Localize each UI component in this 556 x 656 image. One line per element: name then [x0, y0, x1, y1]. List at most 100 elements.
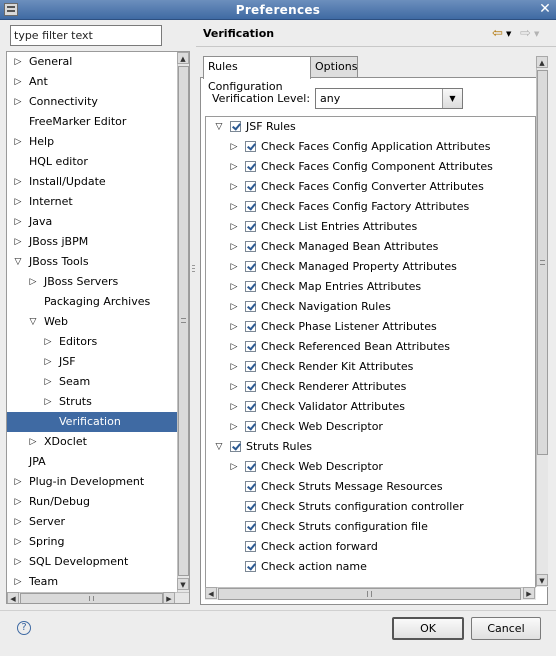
- rule-row-check-list-entries-attributes[interactable]: ▷ Check List Entries Attributes: [206, 217, 535, 237]
- rule-row-check-renderer-attributes[interactable]: ▷ Check Renderer Attributes: [206, 377, 535, 397]
- collapsed-arrow-icon[interactable]: ▷: [229, 377, 239, 397]
- rule-checkbox[interactable]: [245, 501, 256, 512]
- rule-row-check-render-kit-attributes[interactable]: ▷ Check Render Kit Attributes: [206, 357, 535, 377]
- rule-row-struts-rules[interactable]: ▽ Struts Rules: [206, 437, 535, 457]
- forward-arrow-icon[interactable]: ⇨: [520, 26, 531, 42]
- tree-item-java[interactable]: ▷ Java: [7, 212, 177, 232]
- tree-item-server[interactable]: ▷ Server: [7, 512, 177, 532]
- close-button[interactable]: ✕: [537, 2, 553, 17]
- tree-item-editors[interactable]: ▷ Editors: [7, 332, 177, 352]
- tree-item-internet[interactable]: ▷ Internet: [7, 192, 177, 212]
- collapsed-arrow-icon[interactable]: ▷: [13, 472, 23, 492]
- rule-row-check-action-name[interactable]: Check action name: [206, 557, 535, 577]
- tab-options[interactable]: Options: [310, 56, 358, 78]
- tree-vertical-scrollbar[interactable]: ▲ ▼: [177, 52, 189, 592]
- tab-rules-configuration[interactable]: Rules Configuration: [203, 56, 311, 93]
- rule-checkbox[interactable]: [245, 201, 256, 212]
- tree-item-plug-in-development[interactable]: ▷ Plug-in Development: [7, 472, 177, 492]
- rule-row-check-struts-configuration-controller[interactable]: Check Struts configuration controller: [206, 497, 535, 517]
- collapsed-arrow-icon[interactable]: ▷: [229, 297, 239, 317]
- collapsed-arrow-icon[interactable]: ▷: [43, 352, 53, 372]
- tree-item-ant[interactable]: ▷ Ant: [7, 72, 177, 92]
- rule-row-check-referenced-bean-attributes[interactable]: ▷ Check Referenced Bean Attributes: [206, 337, 535, 357]
- filter-input[interactable]: [10, 25, 162, 46]
- rule-checkbox[interactable]: [245, 321, 256, 332]
- rule-checkbox[interactable]: [245, 541, 256, 552]
- tree-item-jpa[interactable]: JPA: [7, 452, 177, 472]
- collapsed-arrow-icon[interactable]: ▷: [13, 232, 23, 252]
- collapsed-arrow-icon[interactable]: ▷: [43, 392, 53, 412]
- rule-checkbox[interactable]: [230, 441, 241, 452]
- rule-checkbox[interactable]: [245, 181, 256, 192]
- collapsed-arrow-icon[interactable]: ▷: [229, 417, 239, 437]
- tree-item-verification[interactable]: Verification: [7, 412, 177, 432]
- tree-item-hql-editor[interactable]: HQL editor: [7, 152, 177, 172]
- rule-checkbox[interactable]: [245, 241, 256, 252]
- cancel-button[interactable]: Cancel: [471, 617, 541, 640]
- rule-row-check-faces-config-application-attributes[interactable]: ▷ Check Faces Config Application Attribut…: [206, 137, 535, 157]
- rule-checkbox[interactable]: [245, 161, 256, 172]
- rule-checkbox[interactable]: [245, 141, 256, 152]
- collapsed-arrow-icon[interactable]: ▷: [13, 512, 23, 532]
- collapsed-arrow-icon[interactable]: ▷: [229, 137, 239, 157]
- tree-item-freemarker-editor[interactable]: FreeMarker Editor: [7, 112, 177, 132]
- scroll-left-icon[interactable]: ◀: [205, 587, 217, 599]
- collapsed-arrow-icon[interactable]: ▷: [13, 72, 23, 92]
- collapsed-arrow-icon[interactable]: ▷: [229, 217, 239, 237]
- collapsed-arrow-icon[interactable]: ▷: [229, 157, 239, 177]
- collapsed-arrow-icon[interactable]: ▷: [28, 272, 38, 292]
- rule-row-check-web-descriptor[interactable]: ▷ Check Web Descriptor: [206, 417, 535, 437]
- rules-horizontal-scrollbar[interactable]: ◀ ▶: [205, 587, 536, 600]
- tree-item-web[interactable]: ▽ Web: [7, 312, 177, 332]
- collapsed-arrow-icon[interactable]: ▷: [13, 572, 23, 592]
- rule-checkbox[interactable]: [245, 361, 256, 372]
- tree-horizontal-scrollbar[interactable]: ◀ ▶: [7, 592, 189, 603]
- rule-checkbox[interactable]: [245, 561, 256, 572]
- tree-item-help[interactable]: ▷ Help: [7, 132, 177, 152]
- collapsed-arrow-icon[interactable]: ▷: [13, 132, 23, 152]
- rule-checkbox[interactable]: [245, 381, 256, 392]
- help-icon[interactable]: ?: [17, 621, 31, 635]
- tree-item-jboss-tools[interactable]: ▽ JBoss Tools: [7, 252, 177, 272]
- ok-button[interactable]: OK: [392, 617, 464, 640]
- scroll-down-icon[interactable]: ▼: [536, 574, 548, 586]
- tree-item-connectivity[interactable]: ▷ Connectivity: [7, 92, 177, 112]
- tree-item-sql-development[interactable]: ▷ SQL Development: [7, 552, 177, 572]
- tree-item-packaging-archives[interactable]: Packaging Archives: [7, 292, 177, 312]
- tree-item-general[interactable]: ▷ General: [7, 52, 177, 72]
- collapsed-arrow-icon[interactable]: ▷: [43, 332, 53, 352]
- rule-row-check-web-descriptor[interactable]: ▷ Check Web Descriptor: [206, 457, 535, 477]
- rule-row-check-map-entries-attributes[interactable]: ▷ Check Map Entries Attributes: [206, 277, 535, 297]
- collapsed-arrow-icon[interactable]: ▷: [13, 172, 23, 192]
- rule-row-check-faces-config-converter-attributes[interactable]: ▷ Check Faces Config Converter Attributes: [206, 177, 535, 197]
- tree-item-install-update[interactable]: ▷ Install/Update: [7, 172, 177, 192]
- rules-hscroll-thumb[interactable]: [218, 588, 521, 600]
- collapsed-arrow-icon[interactable]: ▷: [13, 52, 23, 72]
- forward-dropdown-icon[interactable]: ▼: [534, 26, 539, 42]
- tree-item-xdoclet[interactable]: ▷ XDoclet: [7, 432, 177, 452]
- collapsed-arrow-icon[interactable]: ▷: [13, 552, 23, 572]
- scroll-up-icon[interactable]: ▲: [536, 56, 548, 68]
- rules-scroll-thumb[interactable]: [537, 70, 548, 455]
- collapsed-arrow-icon[interactable]: ▷: [229, 317, 239, 337]
- collapsed-arrow-icon[interactable]: ▷: [229, 357, 239, 377]
- scroll-right-icon[interactable]: ▶: [163, 592, 175, 603]
- rule-row-check-faces-config-component-attributes[interactable]: ▷ Check Faces Config Component Attributes: [206, 157, 535, 177]
- rule-row-check-validator-attributes[interactable]: ▷ Check Validator Attributes: [206, 397, 535, 417]
- rule-row-jsf-rules[interactable]: ▽ JSF Rules: [206, 117, 535, 137]
- tree-item-jsf[interactable]: ▷ JSF: [7, 352, 177, 372]
- rule-row-check-struts-message-resources[interactable]: Check Struts Message Resources: [206, 477, 535, 497]
- collapsed-arrow-icon[interactable]: ▷: [229, 337, 239, 357]
- collapsed-arrow-icon[interactable]: ▷: [13, 212, 23, 232]
- tree-scroll-thumb[interactable]: [178, 66, 189, 576]
- collapsed-arrow-icon[interactable]: ▷: [229, 237, 239, 257]
- collapsed-arrow-icon[interactable]: ▷: [229, 257, 239, 277]
- rule-row-check-managed-property-attributes[interactable]: ▷ Check Managed Property Attributes: [206, 257, 535, 277]
- verification-level-select[interactable]: any ▼: [315, 88, 463, 109]
- back-dropdown-icon[interactable]: ▼: [506, 26, 511, 42]
- rule-checkbox[interactable]: [245, 281, 256, 292]
- collapsed-arrow-icon[interactable]: ▷: [43, 372, 53, 392]
- tree-item-run-debug[interactable]: ▷ Run/Debug: [7, 492, 177, 512]
- panel-sash-handle[interactable]: [192, 265, 195, 285]
- rule-checkbox[interactable]: [245, 461, 256, 472]
